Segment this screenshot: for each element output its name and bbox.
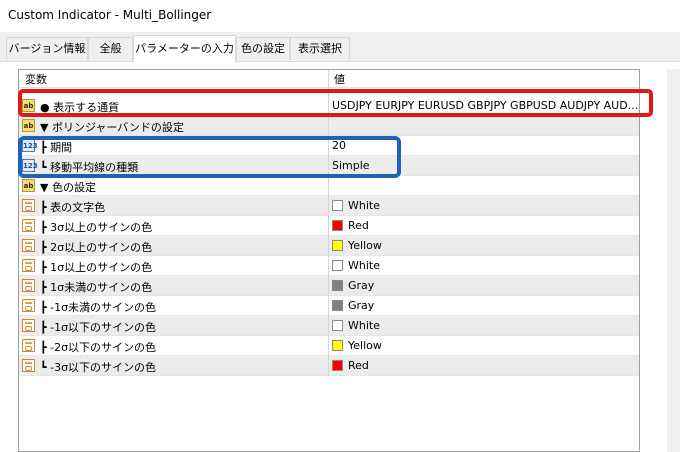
param-name: ● 表示する通貨 xyxy=(40,101,120,114)
param-name: ┣ 2σ以上のサインの色 xyxy=(40,241,153,254)
param-value[interactable]: White xyxy=(348,259,380,272)
ab-icon: ab xyxy=(22,99,35,112)
header-variable[interactable]: 変数 xyxy=(25,71,47,87)
color-swatch[interactable] xyxy=(332,360,343,371)
vertical-scrollbar[interactable] xyxy=(667,69,680,452)
param-value[interactable]: Red xyxy=(348,359,369,372)
param-row-2sigma-above-color[interactable]: ┣ 2σ以上のサインの色 Yellow xyxy=(19,236,639,256)
param-name: ┣ 期間 xyxy=(40,141,73,154)
param-name: ▼ ボリンジャーバンドの設定 xyxy=(40,121,184,134)
color-icon xyxy=(22,359,35,372)
color-icon xyxy=(22,339,35,352)
color-icon xyxy=(22,279,35,292)
param-value[interactable]: Simple xyxy=(332,159,370,172)
param-row-1sigma-above-color[interactable]: ┣ 1σ以上のサインの色 White xyxy=(19,256,639,276)
param-value[interactable]: Red xyxy=(348,219,369,232)
color-icon xyxy=(22,299,35,312)
param-name: ┣ -2σ以下のサインの色 xyxy=(40,341,157,354)
color-swatch[interactable] xyxy=(332,320,343,331)
color-swatch[interactable] xyxy=(332,340,343,351)
param-value[interactable]: Gray xyxy=(348,279,374,292)
param-row-currencies[interactable]: ab ● 表示する通貨 USDJPY EURJPY EURUSD GBPJPY … xyxy=(19,96,639,116)
tab-input-parameters[interactable]: パラメーターの入力 xyxy=(133,35,236,62)
title-bar: Custom Indicator - Multi_Bollinger xyxy=(0,0,680,32)
param-value[interactable]: 20 xyxy=(332,139,346,152)
color-swatch[interactable] xyxy=(332,200,343,211)
param-value[interactable]: Yellow xyxy=(348,339,382,352)
grid-header: 変数 値 xyxy=(19,70,639,88)
numeric-icon: 123 xyxy=(22,159,38,172)
param-row-minus1sigma-below-color[interactable]: ┣ -1σ未満のサインの色 Gray xyxy=(19,296,639,316)
param-value[interactable]: Gray xyxy=(348,299,374,312)
color-swatch[interactable] xyxy=(332,260,343,271)
tab-visualization[interactable]: 表示選択 xyxy=(290,37,350,60)
param-row-color-section[interactable]: ab ▼ 色の設定 xyxy=(19,176,639,196)
param-name: ┣ 表の文字色 xyxy=(40,201,106,214)
tab-version-info[interactable]: バージョン情報 xyxy=(6,37,88,60)
column-divider[interactable] xyxy=(328,70,329,376)
param-value[interactable]: Yellow xyxy=(348,239,382,252)
param-row-minus1sigma-under-color[interactable]: ┣ -1σ以下のサインの色 White xyxy=(19,316,639,336)
color-icon xyxy=(22,219,35,232)
param-value[interactable]: White xyxy=(348,199,380,212)
window-title: Custom Indicator - Multi_Bollinger xyxy=(8,8,212,22)
color-swatch[interactable] xyxy=(332,220,343,231)
param-row-minus3sigma-under-color[interactable]: ┗ -3σ以下のサインの色 Red xyxy=(19,356,639,376)
color-icon xyxy=(22,259,35,272)
param-row-period[interactable]: 123 ┣ 期間 20 xyxy=(19,136,639,156)
param-value[interactable]: White xyxy=(348,319,380,332)
param-row-1sigma-below-color[interactable]: ┣ 1σ未満のサインの色 Gray xyxy=(19,276,639,296)
param-row-table-text-color[interactable]: ┣ 表の文字色 White xyxy=(19,196,639,216)
color-swatch[interactable] xyxy=(332,300,343,311)
param-value[interactable]: USDJPY EURJPY EURUSD GBPJPY GBPUSD AUDJP… xyxy=(332,99,638,112)
param-row-bollinger-section[interactable]: ab ▼ ボリンジャーバンドの設定 xyxy=(19,116,639,136)
param-row-ma-method[interactable]: 123 ┗ 移動平均線の種類 Simple xyxy=(19,156,639,176)
param-name: ┣ 1σ以上のサインの色 xyxy=(40,261,153,274)
param-name: ┣ -1σ以下のサインの色 xyxy=(40,321,157,334)
numeric-icon: 123 xyxy=(22,139,38,152)
color-swatch[interactable] xyxy=(332,240,343,251)
param-name: ┗ 移動平均線の種類 xyxy=(40,161,139,174)
param-name: ┗ -3σ以下のサインの色 xyxy=(40,361,157,374)
color-icon xyxy=(22,239,35,252)
param-name: ┣ -1σ未満のサインの色 xyxy=(40,301,157,314)
ab-icon: ab xyxy=(22,179,35,192)
param-name: ▼ 色の設定 xyxy=(40,181,96,194)
color-swatch[interactable] xyxy=(332,280,343,291)
param-row-3sigma-above-color[interactable]: ┣ 3σ以上のサインの色 Red xyxy=(19,216,639,236)
tab-colors[interactable]: 色の設定 xyxy=(236,37,290,60)
param-name: ┣ 1σ未満のサインの色 xyxy=(40,281,153,294)
header-value[interactable]: 値 xyxy=(334,71,345,87)
param-row-minus2sigma-under-color[interactable]: ┣ -2σ以下のサインの色 Yellow xyxy=(19,336,639,356)
tab-general[interactable]: 全般 xyxy=(88,37,133,60)
ab-icon: ab xyxy=(22,119,35,132)
param-name: ┣ 3σ以上のサインの色 xyxy=(40,221,153,234)
color-icon xyxy=(22,319,35,332)
color-icon xyxy=(22,199,35,212)
